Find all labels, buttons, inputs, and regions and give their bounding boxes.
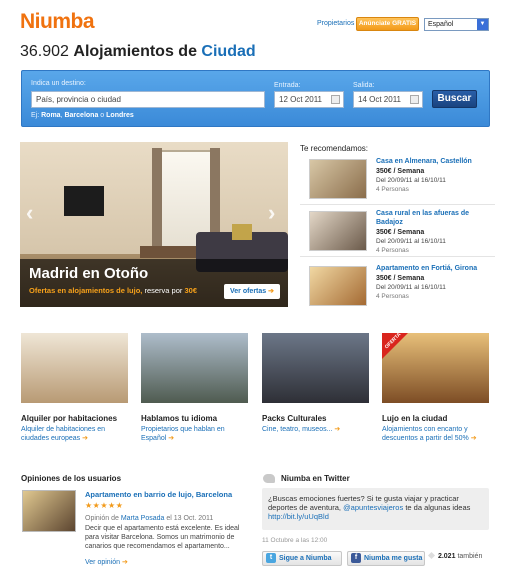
feature-desc-link[interactable]: Alquiler de habitaciones en ciudades eur… (21, 425, 131, 443)
feature-title[interactable]: Hablamos tu idioma (141, 414, 217, 423)
niumba-me-gusta-button[interactable]: f Niumba me gusta (347, 551, 425, 566)
hero-title: Madrid en Otoño (29, 265, 149, 282)
twitter-bird-icon: t (266, 553, 276, 563)
recommended-title: Te recomendamos: (300, 144, 369, 153)
feature-image-packs[interactable] (262, 333, 369, 403)
feature-image-habitaciones[interactable] (21, 333, 128, 403)
recommended-thumbnail[interactable] (309, 211, 367, 251)
niumba-logo[interactable]: Niumba (20, 10, 95, 34)
opinion-author-link[interactable]: Marta Posada (121, 515, 165, 522)
opinions-title: Opiniones de los usuarios (21, 474, 122, 483)
listing-count: 36.902 (20, 43, 69, 60)
feature-title[interactable]: Lujo en la ciudad (382, 414, 447, 423)
sigue-a-niumba-button[interactable]: t Sigue a Niumba (262, 551, 342, 566)
recommended-price: 350€ / Semana (376, 275, 425, 282)
entrada-date-field[interactable]: 12 Oct 2011 (274, 91, 344, 108)
example-barcelona-link[interactable]: Barcelona (64, 112, 98, 119)
opinion-listing-link[interactable]: Apartamento en barrio de lujo, Barcelona (85, 490, 232, 499)
feature-desc-link[interactable]: Cine, teatro, museos... ➔ (262, 425, 372, 434)
hero-subtitle: Ofertas en alojamientos de lujo, reserva… (29, 286, 198, 295)
example-londres-link[interactable]: Londres (106, 112, 134, 119)
language-select-value: Español (428, 21, 454, 28)
recommended-item[interactable]: Casa rural en las afueras de Badajoz 350… (300, 207, 495, 257)
page-title: 36.902 Alojamientos de Ciudad (20, 43, 256, 61)
tweet-timestamp: 11 Octubre a las 12:00 (262, 537, 328, 544)
tweet-url-link[interactable]: http://bit.ly/uUqBld (268, 512, 329, 521)
hero-image-tv (64, 186, 104, 216)
recommended-item[interactable]: Casa en Almenara, Castellón 350€ / Seman… (300, 155, 495, 205)
like-count-pointer-icon (427, 551, 436, 560)
language-select[interactable]: Español ▼ (424, 18, 489, 31)
hero-image-table (140, 246, 200, 258)
twitter-title: Niumba en Twitter (281, 474, 350, 483)
calendar-icon[interactable] (331, 95, 340, 104)
search-examples: Ej: Roma, Barcelona o Londres (31, 112, 134, 119)
recommended-persons: 4 Personas (376, 247, 409, 254)
hero-carousel[interactable]: ‹ › Madrid en Otoño Ofertas en alojamien… (20, 142, 288, 307)
opinion-thumbnail[interactable] (22, 490, 76, 532)
propietarios-link[interactable]: Propietarios (317, 20, 354, 27)
hero-image-curtain (152, 148, 162, 258)
entrada-label: Entrada: (274, 82, 301, 89)
facebook-icon: f (351, 553, 361, 563)
rating-stars: ★★★★★ (85, 501, 124, 510)
buscar-button[interactable]: Buscar (432, 90, 477, 108)
recommended-name-link[interactable]: Casa rural en las afueras de Badajoz (376, 209, 496, 227)
feature-desc-link[interactable]: Alojamientos con encanto y descuentos a … (382, 425, 492, 443)
recommended-persons: 4 Personas (376, 186, 409, 193)
hero-image-pillow (232, 224, 252, 240)
feature-image-idioma[interactable] (141, 333, 248, 403)
recommended-price: 350€ / Semana (376, 229, 425, 236)
destination-label: Indica un destino: (31, 80, 86, 87)
recommended-name-link[interactable]: Apartamento en Fortiá, Girona (376, 264, 496, 273)
tweet-box: ¿Buscas emociones fuertes? Si te gusta v… (262, 488, 489, 530)
recommended-dates: Del 20/09/11 al 16/10/11 (376, 238, 446, 245)
opinion-text: Decir que el apartamento está excelente.… (85, 525, 240, 550)
carousel-prev-arrow-icon[interactable]: ‹ (26, 200, 33, 226)
recommended-thumbnail[interactable] (309, 266, 367, 306)
chevron-down-icon: ▼ (477, 19, 488, 30)
page-title-text: Alojamientos de (73, 43, 197, 60)
twitter-bird-icon (263, 474, 275, 483)
anunciate-gratis-button[interactable]: Anúnciate GRATIS (356, 17, 419, 31)
salida-label: Salida: (353, 82, 375, 89)
ver-opinion-link[interactable]: Ver opinión ➔ (85, 558, 128, 566)
salida-date-value: 14 Oct 2011 (358, 95, 401, 104)
opinion-meta: Opinión de Marta Posada el 13 Oct. 2011 (85, 515, 214, 522)
feature-image-lujo[interactable]: OFERTA (382, 333, 489, 403)
recommended-thumbnail[interactable] (309, 159, 367, 199)
recommended-dates: Del 20/09/11 al 16/10/11 (376, 284, 446, 291)
recommended-price: 350€ / Semana (376, 168, 425, 175)
recommended-dates: Del 20/09/11 al 16/10/11 (376, 177, 446, 184)
entrada-date-value: 12 Oct 2011 (279, 95, 322, 104)
recommended-name-link[interactable]: Casa en Almenara, Castellón (376, 157, 496, 166)
carousel-next-arrow-icon[interactable]: › (268, 200, 275, 226)
ver-ofertas-button[interactable]: Ver ofertas ➔ (224, 284, 280, 299)
salida-date-field[interactable]: 14 Oct 2011 (353, 91, 423, 108)
feature-title[interactable]: Alquiler por habitaciones (21, 414, 117, 423)
tweet-mention-link[interactable]: @apuntesviajeros (343, 503, 403, 512)
feature-title[interactable]: Packs Culturales (262, 414, 326, 423)
destination-input[interactable]: País, provincia o ciudad (31, 91, 265, 108)
like-count: 2.021 también (427, 551, 482, 560)
recommended-persons: 4 Personas (376, 293, 409, 300)
feature-desc-link[interactable]: Propietarios que hablan en Español ➔ (141, 425, 236, 443)
recommended-item[interactable]: Apartamento en Fortiá, Girona 350€ / Sem… (300, 262, 495, 312)
oferta-badge: OFERTA (382, 333, 408, 359)
calendar-icon[interactable] (410, 95, 419, 104)
tweet-text: ¿Buscas emociones fuertes? Si te gusta v… (268, 494, 471, 521)
example-roma-link[interactable]: Roma (41, 112, 60, 119)
page-title-city: Ciudad (201, 43, 256, 60)
